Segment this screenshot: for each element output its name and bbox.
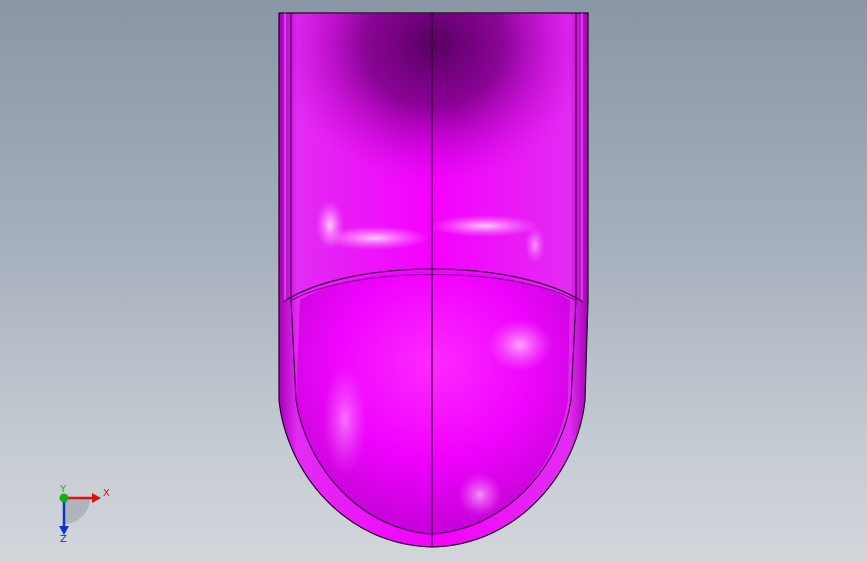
part-model[interactable] xyxy=(0,0,867,562)
y-axis-label: Y xyxy=(59,484,67,495)
coordinate-triad: X Y Z xyxy=(59,484,110,544)
graphics-viewport[interactable]: X Y Z xyxy=(0,0,867,562)
x-axis-arrowhead xyxy=(92,493,101,503)
triad-plane-shading xyxy=(64,498,90,524)
x-axis-label: X xyxy=(103,488,110,499)
z-axis-label: Z xyxy=(60,534,67,544)
